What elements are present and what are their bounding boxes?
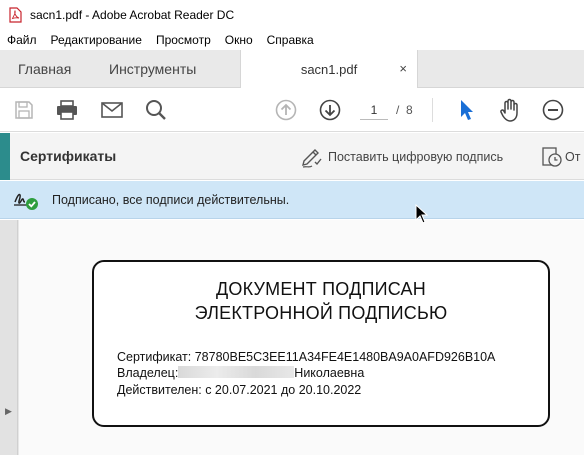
stamp-owner: Владелец: Николаевна — [117, 366, 364, 380]
panel-accent-stripe — [0, 133, 10, 180]
signature-status-text: Подписано, все подписи действительны. — [52, 193, 290, 207]
tab-home[interactable]: Главная — [18, 50, 71, 88]
pdf-file-icon — [8, 7, 22, 23]
search-icon[interactable] — [144, 98, 168, 122]
stamp-owner-name: Николаевна — [294, 366, 365, 380]
window-title: sacn1.pdf - Adobe Acrobat Reader DC — [30, 8, 235, 22]
toolbar-divider — [432, 98, 433, 122]
signature-valid-icon[interactable] — [13, 189, 39, 211]
navigation-pane-toggle[interactable]: ▶ — [0, 220, 18, 455]
stamp-heading-line1: ДОКУМЕНТ ПОДПИСАН — [216, 279, 426, 299]
certificates-title: Сертификаты — [20, 148, 117, 164]
save-icon[interactable] — [12, 98, 36, 122]
stamp-certificate: Сертификат: 78780BE5C3EE11A34FE4E1480BA9… — [117, 350, 496, 364]
menu-edit[interactable]: Редактирование — [44, 33, 149, 47]
page-down-icon[interactable] — [318, 98, 342, 122]
menu-window[interactable]: Окно — [218, 33, 260, 47]
redacted-name — [178, 366, 295, 378]
digital-sign-label: Поставить цифровую подпись — [328, 150, 504, 164]
mouse-cursor-icon — [415, 203, 429, 224]
signature-stamp: ДОКУМЕНТ ПОДПИСАН ЭЛЕКТРОННОЙ ПОДПИСЬЮ С… — [92, 260, 550, 427]
pen-sign-icon — [302, 149, 322, 168]
total-pages: 8 — [406, 103, 413, 117]
print-icon[interactable] — [55, 98, 79, 122]
tab-document[interactable]: sacn1.pdf × — [240, 50, 418, 89]
expand-arrow-icon[interactable]: ▶ — [5, 406, 12, 417]
clock-document-icon — [542, 147, 562, 167]
zoom-out-icon[interactable] — [541, 98, 565, 122]
stamp-validity: Действителен: с 20.07.2021 до 20.10.2022 — [117, 383, 362, 397]
page-up-icon[interactable] — [274, 98, 298, 122]
email-icon[interactable] — [100, 98, 124, 122]
timestamp-label: От — [565, 150, 581, 164]
tab-bar: Главная Инструменты sacn1.pdf × — [0, 50, 584, 89]
menu-bar: Файл Редактирование Просмотр Окно Справк… — [0, 30, 584, 50]
hand-icon[interactable] — [498, 98, 522, 122]
close-tab-icon[interactable]: × — [399, 61, 407, 76]
timestamp-button[interactable]: От — [541, 146, 580, 168]
digital-sign-button[interactable]: Поставить цифровую подпись — [300, 146, 503, 168]
tab-tools[interactable]: Инструменты — [109, 50, 196, 88]
certificates-panel: Сертификаты Поставить цифровую подпись О… — [0, 133, 584, 180]
menu-help[interactable]: Справка — [260, 33, 321, 47]
menu-view[interactable]: Просмотр — [149, 33, 218, 47]
title-bar: sacn1.pdf - Adobe Acrobat Reader DC — [0, 0, 584, 30]
stamp-owner-label: Владелец: — [117, 366, 179, 380]
toolbar: 1 / 8 — [0, 88, 584, 132]
signature-status-bar: Подписано, все подписи действительны. — [0, 181, 584, 219]
page-separator: / — [396, 103, 400, 117]
select-cursor-icon[interactable] — [455, 98, 479, 122]
menu-file[interactable]: Файл — [0, 33, 44, 47]
tab-document-label: sacn1.pdf — [300, 62, 358, 77]
stamp-heading-line2: ЭЛЕКТРОННОЙ ПОДПИСЬЮ — [194, 303, 448, 323]
current-page-input[interactable]: 1 — [360, 100, 388, 120]
